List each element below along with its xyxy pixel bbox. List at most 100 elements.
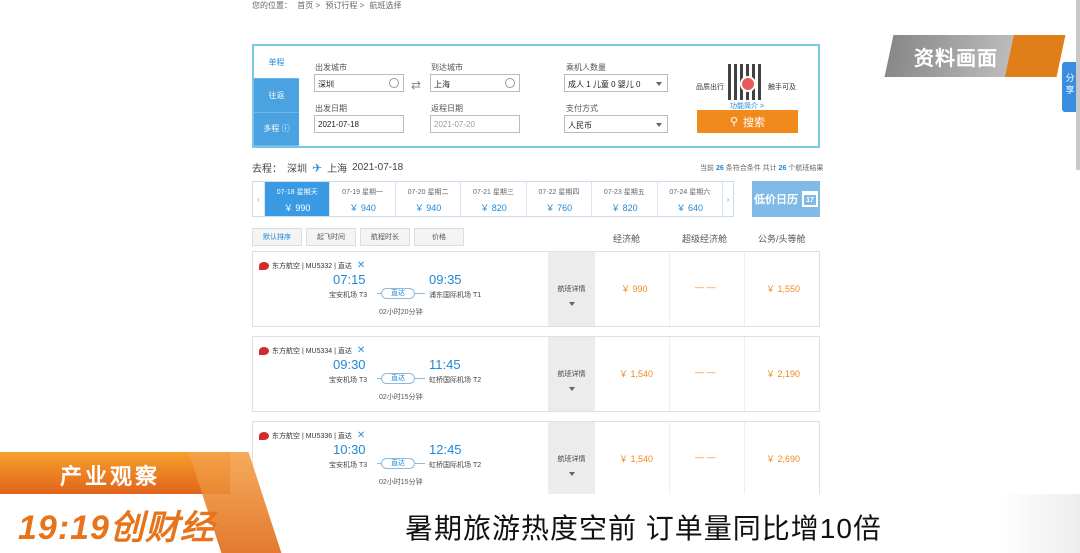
column-divider [669,337,670,411]
promo-right: 触手可及 [768,84,796,91]
date-cell[interactable]: 07-22 星期四 ￥ 760 [525,182,591,216]
low-price-calendar-button[interactable]: 低价日历 17 [752,181,820,217]
trip-type-tabs: 单程 往返 多程 ⓘ [254,46,299,146]
arr-city-input[interactable]: 上海 [430,74,520,92]
share-flight-icon[interactable]: ✕ [357,260,365,271]
breadcrumb-booking[interactable]: 预订行程 > [325,1,364,10]
dep-airport: 宝安机场 T3 [329,292,368,299]
result-count: 当前 26 条符合条件 共计 26 个航班结果 [700,163,823,173]
column-divider [744,422,745,496]
payment-select[interactable]: 人民币 [564,115,668,133]
date-cell[interactable]: 07-18 星期天 ￥ 990 [263,182,330,216]
trip-to: 上海 [327,164,348,175]
flight-duration: 02小时15分钟 [379,394,423,401]
sort-dep-time[interactable]: 起飞时间 [306,228,356,246]
swap-icon[interactable]: ⇄ [411,78,421,92]
price-economy[interactable]: ￥ 1,540 [619,367,653,380]
archive-footage-label: 资料画面 [914,48,998,70]
flight-detail-label: 航班详情 [557,286,586,293]
passengers-select[interactable]: 成人 1 儿童 0 婴儿 0 [564,74,668,92]
direct-tag: 直达 [381,458,415,469]
tab-multi-city[interactable]: 多程 ⓘ [254,112,299,146]
airline-label: 东方航空 | MU5336 | 直达 [272,432,352,440]
breadcrumb-home[interactable]: 首页 > [297,1,320,10]
sort-default[interactable]: 默认排序 [252,228,302,246]
flight-detail-button[interactable]: 航班详情 [548,252,595,326]
airline-info: 东方航空 | MU5334 | 直达 ✕ [259,345,365,356]
date-price: ￥ 640 [676,203,704,213]
dep-date-label: 出发日期 [315,104,347,113]
sort-price[interactable]: 价格 [414,228,464,246]
flight-duration: 02小时15分钟 [379,479,423,486]
location-icon[interactable] [389,78,399,88]
sort-duration[interactable]: 航程时长 [360,228,410,246]
cabin-economy-header: 经济舱 [613,234,641,244]
airline-label: 东方航空 | MU5334 | 直达 [272,347,352,355]
tab-one-way[interactable]: 单程 [254,46,299,80]
cabin-business-header: 公务/头等舱 [758,234,806,244]
flight-detail-button[interactable]: 航班详情 [548,422,595,496]
date-cell[interactable]: 07-24 星期六 ￥ 640 [656,182,722,216]
direct-tag: 直达 [381,373,415,384]
location-icon[interactable] [505,78,515,88]
date-cell[interactable]: 07-21 星期三 ￥ 820 [460,182,525,216]
arr-time: 12:45 [429,442,462,457]
tab-round-trip[interactable]: 往返 [254,79,299,113]
date-price: ￥ 820 [611,203,638,213]
search-icon: ⚲ [729,116,739,128]
date-label: 07-24 星期六 [669,189,711,196]
date-price: ￥ 940 [349,203,376,213]
price-business[interactable]: ￥ 1,550 [766,282,800,295]
chevron-down-icon [568,387,575,391]
flight-row: 东方航空 | MU5332 | 直达 ✕ 07:15 09:35 宝安机场 T3 … [252,251,820,327]
flight-detail-label: 航班详情 [557,371,586,378]
date-cell[interactable]: 07-23 星期五 ￥ 820 [591,182,656,216]
calendar-icon: 17 [802,191,818,207]
date-price: ￥ 760 [545,203,573,213]
date-price: ￥ 940 [414,203,442,213]
date-label: 07-22 星期四 [538,189,580,196]
arr-airport: 虹桥国际机场 T2 [429,377,482,384]
flight-detail-button[interactable]: 航班详情 [548,337,595,411]
count-match: 26 [715,165,724,172]
sort-bar: 默认排序 起飞时间 航程时长 价格 [252,228,464,246]
price-economy[interactable]: ￥ 990 [621,282,648,295]
dep-date-input[interactable]: 2021-07-18 [314,115,404,133]
flight-row: 东方航空 | MU5334 | 直达 ✕ 09:30 11:45 宝安机场 T3 … [252,336,820,412]
date-label: 07-21 星期三 [473,189,514,196]
passengers-label: 乘机人数量 [566,63,606,72]
price-economy[interactable]: ￥ 1,540 [619,452,653,465]
date-cell[interactable]: 07-20 星期二 ￥ 940 [394,182,460,216]
prev-dates-arrow[interactable]: ‹ [253,182,264,216]
arr-city-label: 到达城市 [431,63,463,72]
column-divider [744,337,745,411]
arr-time: 09:35 [429,272,462,287]
flight-row: 东方航空 | MU5336 | 直达 ✕ 10:30 12:45 宝安机场 T3 … [252,421,820,497]
promo-left: 品质出行 [696,84,724,91]
qr-code-icon [728,64,764,100]
price-business[interactable]: ￥ 2,190 [766,367,800,380]
program-logo: 19:19创财经 [18,509,215,547]
share-flight-icon[interactable]: ✕ [357,430,365,441]
airline-logo [259,346,269,355]
dep-time: 10:30 [333,442,366,457]
direct-tag: 直达 [381,288,415,299]
airline-logo [259,431,269,440]
price-business[interactable]: ￥ 2,690 [766,452,800,465]
next-dates-arrow[interactable]: › [722,182,733,216]
count-text: 当前 [700,165,714,172]
search-button[interactable]: ⚲ 搜索 [697,110,798,133]
ret-date-input[interactable]: 2021-07-20 [430,115,520,133]
dep-city-input[interactable]: 深圳 [314,74,404,92]
date-cell[interactable]: 07-19 星期一 ￥ 940 [329,182,394,216]
lower-third-right-fade [1000,494,1080,553]
airline-logo [259,261,269,270]
arr-airport: 浦东国际机场 T1 [429,292,482,299]
share-flight-icon[interactable]: ✕ [357,345,365,356]
dep-time: 09:30 [333,357,366,372]
date-price: ￥ 820 [480,203,507,213]
scrollbar[interactable] [1076,0,1080,170]
chevron-down-icon [656,82,662,86]
date-label: 07-19 星期一 [342,189,384,196]
chevron-down-icon [568,472,575,476]
